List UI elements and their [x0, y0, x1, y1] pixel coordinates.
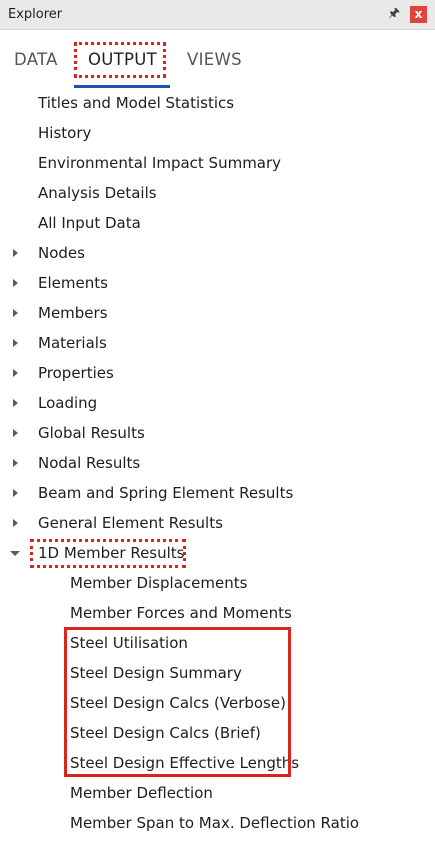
pin-icon[interactable]: 🖈	[386, 6, 402, 22]
expand-arrow-icon[interactable]	[13, 279, 18, 287]
tree-item-loading[interactable]: Loading	[38, 394, 97, 412]
tree-item-analysis-details[interactable]: Analysis Details	[38, 184, 157, 202]
tree-item-history[interactable]: History	[38, 124, 91, 142]
tree-item-nodal-results[interactable]: Nodal Results	[38, 454, 140, 472]
tree-item-member-span-to-max-deflection-ratio[interactable]: Member Span to Max. Deflection Ratio	[70, 814, 359, 832]
tree-item-member-forces-and-moments[interactable]: Member Forces and Moments	[70, 604, 292, 622]
tree-item-elements[interactable]: Elements	[38, 274, 108, 292]
tree-item-all-input-data[interactable]: All Input Data	[38, 214, 141, 232]
expand-arrow-icon[interactable]	[13, 339, 18, 347]
close-icon[interactable]: x	[410, 6, 427, 23]
expand-arrow-icon[interactable]	[13, 519, 18, 527]
expand-arrow-icon[interactable]	[13, 399, 18, 407]
tree-item-global-results[interactable]: Global Results	[38, 424, 145, 442]
expand-arrow-icon[interactable]	[13, 309, 18, 317]
tree-item-member-deflection[interactable]: Member Deflection	[70, 784, 213, 802]
tree-item-titles-and-model-statistics[interactable]: Titles and Model Statistics	[38, 94, 234, 112]
collapse-arrow-icon[interactable]	[10, 551, 20, 556]
expand-arrow-icon[interactable]	[13, 489, 18, 497]
tab-data[interactable]: DATA	[14, 50, 58, 69]
tree-item-members[interactable]: Members	[38, 304, 108, 322]
expand-arrow-icon[interactable]	[13, 459, 18, 467]
tree-item-properties[interactable]: Properties	[38, 364, 114, 382]
tree-item-member-displacements[interactable]: Member Displacements	[70, 574, 247, 592]
steel-design-items-highlight	[64, 627, 291, 777]
expand-arrow-icon[interactable]	[13, 369, 18, 377]
window-title: Explorer	[8, 7, 63, 22]
1d-member-results-highlight	[30, 539, 186, 568]
tree-item-nodes[interactable]: Nodes	[38, 244, 85, 262]
tree-item-materials[interactable]: Materials	[38, 334, 107, 352]
expand-arrow-icon[interactable]	[13, 429, 18, 437]
active-tab-indicator	[74, 85, 170, 88]
output-tab-highlight	[74, 42, 166, 78]
tree-item-beam-and-spring-element-results[interactable]: Beam and Spring Element Results	[38, 484, 293, 502]
tree-item-environmental-impact-summary[interactable]: Environmental Impact Summary	[38, 154, 281, 172]
expand-arrow-icon[interactable]	[13, 249, 18, 257]
tree-item-general-element-results[interactable]: General Element Results	[38, 514, 223, 532]
tab-views[interactable]: VIEWS	[187, 50, 242, 69]
explorer-titlebar: Explorer 🖈 x	[0, 0, 435, 30]
